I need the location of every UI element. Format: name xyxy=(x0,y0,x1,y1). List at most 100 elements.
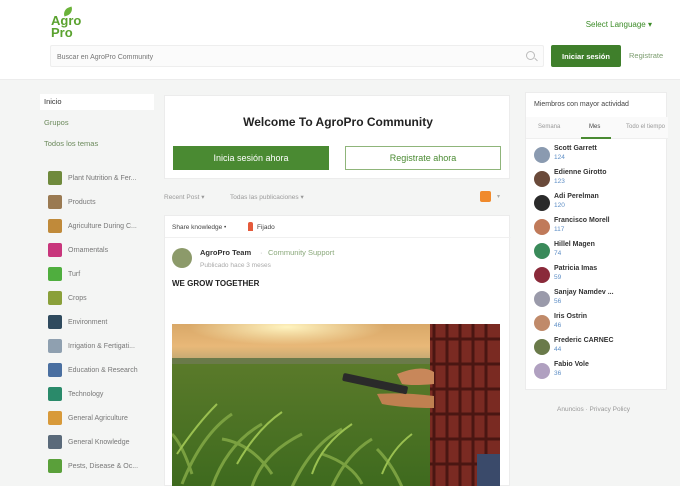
sidebar-category-item[interactable]: Technology xyxy=(48,386,158,402)
avatar[interactable] xyxy=(534,291,550,307)
login-now-button[interactable]: Inicia sesión ahora xyxy=(173,146,329,170)
category-thumbnail-icon xyxy=(48,411,62,425)
chevron-down-icon[interactable]: ▾ xyxy=(497,193,500,200)
member-name[interactable]: Francisco Morell xyxy=(554,217,610,224)
post-image[interactable] xyxy=(172,324,500,486)
pinned-label: Fijado xyxy=(257,224,275,231)
tab-all-time[interactable]: Todo el tiempo xyxy=(626,124,665,130)
sidebar-category-item[interactable]: Ornamentals xyxy=(48,242,158,258)
sidebar-category-item[interactable]: General Agriculture xyxy=(48,410,158,426)
category-label: Technology xyxy=(68,390,104,398)
pin-icon xyxy=(248,222,253,231)
avatar[interactable] xyxy=(534,339,550,355)
sidebar-item-inicio[interactable]: Inicio xyxy=(44,97,62,106)
member-name[interactable]: Adi Perelman xyxy=(554,193,599,200)
category-tag-label: Share knowledge xyxy=(172,224,223,231)
tab-week[interactable]: Semana xyxy=(538,124,560,130)
post-community[interactable]: Community Support xyxy=(268,248,334,257)
sidebar-category-item[interactable]: Pests, Disease & Oc... xyxy=(48,458,158,474)
avatar[interactable] xyxy=(534,315,550,331)
member-item[interactable]: Frederic CARNEC 44 xyxy=(534,337,664,359)
avatar[interactable] xyxy=(534,219,550,235)
member-name[interactable]: Frederic CARNEC xyxy=(554,337,614,344)
avatar[interactable] xyxy=(534,195,550,211)
agropro-logo[interactable]: Agro Pro xyxy=(49,6,85,42)
register-link[interactable]: Registrate xyxy=(629,51,663,60)
member-name[interactable]: Sanjay Namdev ... xyxy=(554,289,614,296)
category-label: Products xyxy=(68,198,96,206)
panel-title: Miembros con mayor actividad xyxy=(534,101,629,108)
member-item[interactable]: Edienne Girotto 123 xyxy=(534,169,664,191)
category-label: Irrigation & Fertigati... xyxy=(68,342,135,350)
avatar[interactable] xyxy=(534,147,550,163)
member-item[interactable]: Francisco Morell 117 xyxy=(534,217,664,239)
logo-text-pro: Pro xyxy=(51,25,73,40)
member-score: 56 xyxy=(554,298,562,305)
search-bar xyxy=(50,45,544,68)
category-label: Ornamentals xyxy=(68,246,109,254)
member-item[interactable]: Patricia Imas 59 xyxy=(534,265,664,287)
post-timestamp: Publicado hace 3 meses xyxy=(200,262,271,269)
member-item[interactable]: Sanjay Namdev ... 56 xyxy=(534,289,664,311)
member-name[interactable]: Patricia Imas xyxy=(554,265,597,272)
sidebar-category-item[interactable]: General Knowledge xyxy=(48,434,158,450)
member-item[interactable]: Hillel Magen 74 xyxy=(534,241,664,263)
period-tabs: Semana Mes Todo el tiempo xyxy=(526,117,668,139)
sidebar-category-item[interactable]: Turf xyxy=(48,266,158,282)
member-score: 36 xyxy=(554,370,562,377)
search-icon[interactable] xyxy=(526,51,535,60)
category-label: General Agriculture xyxy=(68,414,128,422)
left-sidebar: Inicio Grupos Todos los temas xyxy=(40,88,154,158)
sidebar-item-todos-los-temas[interactable]: Todos los temas xyxy=(44,139,98,148)
category-thumbnail-icon xyxy=(48,243,62,257)
feed-filters: Recent Post ▾ Todas las publicaciones ▾ … xyxy=(164,191,510,205)
category-thumbnail-icon xyxy=(48,435,62,449)
post-author[interactable]: AgroPro Team xyxy=(200,248,251,257)
category-thumbnail-icon xyxy=(48,363,62,377)
top-header: Agro Pro Select Language ▾ Iniciar sesió… xyxy=(0,0,680,80)
member-item[interactable]: Adi Perelman 120 xyxy=(534,193,664,215)
member-name[interactable]: Hillel Magen xyxy=(554,241,595,248)
login-button[interactable]: Iniciar sesión xyxy=(551,45,621,67)
sidebar-category-item[interactable]: Plant Nutrition & Fer... xyxy=(48,170,158,186)
sidebar-category-item[interactable]: Irrigation & Fertigati... xyxy=(48,338,158,354)
member-score: 117 xyxy=(554,226,565,233)
member-item[interactable]: Scott Garrett 124 xyxy=(534,145,664,167)
welcome-card: Welcome To AgroPro Community Inicia sesi… xyxy=(164,95,510,179)
avatar[interactable] xyxy=(534,171,550,187)
avatar[interactable] xyxy=(534,267,550,283)
member-name[interactable]: Fabio Vole xyxy=(554,361,589,368)
sidebar-item-grupos[interactable]: Grupos xyxy=(44,118,69,127)
avatar[interactable] xyxy=(172,248,192,268)
avatar[interactable] xyxy=(534,243,550,259)
language-selector[interactable]: Select Language ▾ xyxy=(586,20,652,29)
sort-dropdown[interactable]: Recent Post ▾ xyxy=(164,193,204,201)
sidebar-category-item[interactable]: Agriculture During C... xyxy=(48,218,158,234)
scope-dropdown[interactable]: Todas las publicaciones ▾ xyxy=(230,193,304,201)
sidebar-category-item[interactable]: Education & Research xyxy=(48,362,158,378)
search-input[interactable] xyxy=(51,47,491,68)
tab-month[interactable]: Mes xyxy=(589,124,600,130)
category-label: Turf xyxy=(68,270,81,278)
post-meta-bar: Share knowledge • Fijado xyxy=(165,216,511,238)
avatar[interactable] xyxy=(534,363,550,379)
category-tag[interactable]: Share knowledge • xyxy=(172,224,226,231)
register-now-button[interactable]: Registrate ahora xyxy=(345,146,501,170)
member-name[interactable]: Iris Ostrin xyxy=(554,313,587,320)
member-item[interactable]: Fabio Vole 36 xyxy=(534,361,664,383)
sidebar-category-item[interactable]: Crops xyxy=(48,290,158,306)
category-thumbnail-icon xyxy=(48,459,62,473)
rss-icon[interactable] xyxy=(480,191,491,202)
sidebar-category-item[interactable]: Products xyxy=(48,194,158,210)
footer-links[interactable]: Anuncios · Privacy Policy xyxy=(557,406,630,413)
member-name[interactable]: Scott Garrett xyxy=(554,145,597,152)
category-thumbnail-icon xyxy=(48,267,62,281)
member-name[interactable]: Edienne Girotto xyxy=(554,169,607,176)
post-title[interactable]: WE GROW TOGETHER xyxy=(172,279,259,288)
sidebar-category-item[interactable]: Environment xyxy=(48,314,158,330)
category-label: Environment xyxy=(68,318,108,326)
member-score: 44 xyxy=(554,346,562,353)
member-item[interactable]: Iris Ostrin 46 xyxy=(534,313,664,335)
category-label: Plant Nutrition & Fer... xyxy=(68,174,137,182)
tag-separator: • xyxy=(224,224,227,231)
